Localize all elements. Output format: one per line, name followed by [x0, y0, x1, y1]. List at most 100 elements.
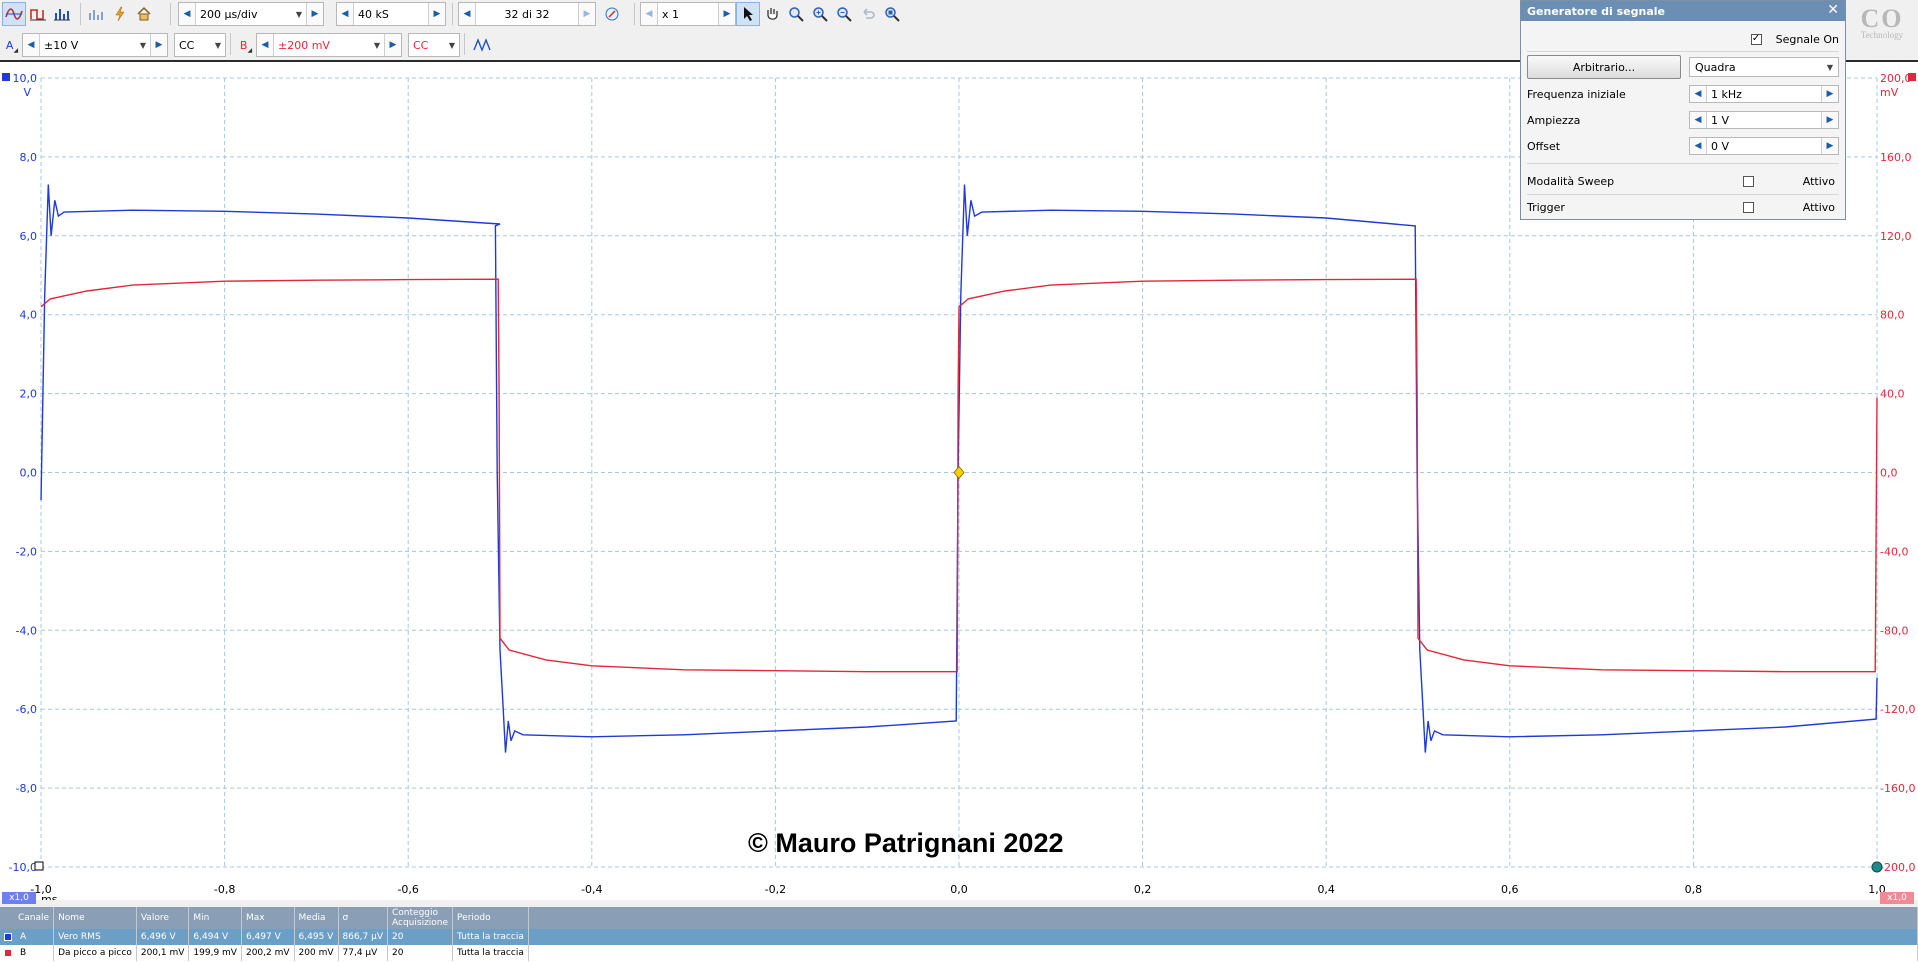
- zoom-increase-icon[interactable]: ▶: [719, 3, 735, 25]
- amplitude-decrease-icon[interactable]: ◀: [1690, 109, 1706, 131]
- sweep-state-label: Attivo: [1802, 174, 1835, 188]
- persistence-mode-icon[interactable]: [26, 2, 50, 26]
- buffer-field[interactable]: 32 di 32: [475, 3, 579, 25]
- column-header[interactable]: Canale: [0, 907, 55, 929]
- chevron-down-icon: ▼: [139, 40, 146, 50]
- close-icon[interactable]: ✕: [1827, 2, 1839, 18]
- column-header[interactable]: Min: [188, 907, 242, 929]
- chevron-down-icon: ▼: [214, 40, 221, 50]
- signal-on-label: Segnale On: [1775, 32, 1839, 46]
- waveform-select[interactable]: Quadra ▼: [1689, 57, 1839, 77]
- offset-increase-icon[interactable]: ▶: [1822, 135, 1838, 157]
- x-tick-label: 0,8: [1685, 883, 1703, 896]
- channel-b-coupling-select[interactable]: CC ▼: [408, 33, 460, 57]
- channel-a-range-increase-icon[interactable]: ▶: [151, 34, 167, 56]
- channel-a-coupling-select[interactable]: CC ▼: [174, 33, 226, 57]
- column-header[interactable]: Nome: [53, 907, 137, 929]
- table-cell: 6,497 V: [241, 929, 295, 945]
- channel-color-swatch: [4, 948, 12, 957]
- column-header[interactable]: Max: [241, 907, 295, 929]
- right-tick-label: -120,0: [1880, 703, 1915, 716]
- samples-field[interactable]: 40 kS: [353, 3, 429, 25]
- pointer-tool-icon[interactable]: [736, 2, 760, 26]
- buffer-prev-icon[interactable]: ◀: [459, 3, 475, 25]
- channel-b-menu-icon: ◢: [247, 46, 253, 54]
- frequency-decrease-icon[interactable]: ◀: [1690, 83, 1706, 105]
- zoom-decrease-icon[interactable]: ◀: [641, 3, 657, 25]
- table-cell: A: [0, 929, 55, 945]
- column-header[interactable]: Periodo: [452, 907, 529, 929]
- column-header[interactable]: Media: [294, 907, 339, 929]
- home-icon[interactable]: [132, 2, 156, 26]
- table-row[interactable]: B Da picco a picco 200,1 mV 199,9 mV 200,2 m…: [0, 945, 1918, 961]
- x-zoom-badge-right[interactable]: x1,0: [1880, 892, 1914, 904]
- timebase-decrease-icon[interactable]: ◀: [179, 3, 195, 25]
- channel-a-options[interactable]: A ◢: [2, 33, 22, 57]
- trigger-marker: [953, 465, 965, 480]
- measurements-header: Canale Nome Valore Min Max Media σ Conteggio Ac…: [0, 907, 1918, 929]
- scope-mode-icon[interactable]: [2, 2, 26, 26]
- arbitrary-button[interactable]: Arbitrario...: [1527, 55, 1681, 79]
- table-cell: Tutta la traccia: [452, 945, 529, 961]
- frequency-value: 1 kHz: [1711, 87, 1742, 101]
- waveform-value: Quadra: [1695, 60, 1736, 74]
- zoom-region-icon[interactable]: [784, 2, 808, 26]
- channel-b-options[interactable]: B ◢: [236, 33, 256, 57]
- offset-value: 0 V: [1711, 139, 1730, 153]
- zoom-out-icon[interactable]: [832, 2, 856, 26]
- buffer-overview-icon[interactable]: [600, 2, 624, 26]
- table-cell: Da picco a picco: [53, 945, 137, 961]
- buffer-next-icon[interactable]: ▶: [579, 3, 595, 25]
- column-header[interactable]: σ: [338, 907, 389, 929]
- channel-a-range-decrease-icon[interactable]: ◀: [23, 34, 39, 56]
- left-tick-label: 0,0: [20, 467, 38, 480]
- timebase-increase-icon[interactable]: ▶: [307, 3, 323, 25]
- sweep-checkbox[interactable]: [1743, 175, 1754, 187]
- right-axis: 200,0 160,0 120,0 80,0 40,0 0,0 -40,0 -80,0 -120…: [1880, 72, 1915, 874]
- table-cell: 200,2 mV: [241, 945, 295, 961]
- channel-b-range-increase-icon[interactable]: ▶: [385, 34, 401, 56]
- trigger-lightning-icon[interactable]: [108, 2, 132, 26]
- channel-b-range-value: ±200 mV: [278, 38, 330, 52]
- frequency-field[interactable]: 1 kHz: [1706, 86, 1822, 102]
- amplitude-field[interactable]: 1 V: [1706, 112, 1822, 128]
- right-tick-label: -80,0: [1880, 624, 1908, 637]
- x-zoom-badge-left[interactable]: x1,0: [2, 892, 36, 904]
- table-cell: 6,496 V: [136, 929, 190, 945]
- channel-b-range-decrease-icon[interactable]: ◀: [257, 34, 273, 56]
- hand-tool-icon[interactable]: [760, 2, 784, 26]
- sweep-label: Modalità Sweep: [1527, 174, 1615, 188]
- x-tick-label: -0,2: [765, 883, 786, 896]
- undo-zoom-icon[interactable]: [856, 2, 880, 26]
- frequency-increase-icon[interactable]: ▶: [1822, 83, 1838, 105]
- table-row[interactable]: A Vero RMS 6,496 V 6,494 V 6,497 V 6,495 V 866…: [0, 929, 1918, 945]
- timebase-select[interactable]: 200 µs/div ▼: [195, 3, 307, 25]
- channel-options-icon[interactable]: [84, 2, 108, 26]
- column-header[interactable]: Valore: [136, 907, 190, 929]
- math-channels-icon[interactable]: [470, 33, 494, 57]
- table-cell: 199,9 mV: [188, 945, 242, 961]
- zoom-in-icon[interactable]: [808, 2, 832, 26]
- left-tick-label: -2,0: [16, 545, 37, 558]
- offset-decrease-icon[interactable]: ◀: [1690, 135, 1706, 157]
- table-cell: 200 mV: [294, 945, 339, 961]
- spectrum-mode-icon[interactable]: [50, 2, 74, 26]
- zoom-overview-icon[interactable]: [880, 2, 904, 26]
- chevron-down-icon: ▼: [295, 9, 302, 19]
- right-unit-label: mV: [1880, 86, 1899, 99]
- x-tick-label: 0,0: [950, 883, 968, 896]
- channel-b-coupling-value: CC: [413, 38, 429, 52]
- column-header[interactable]: Conteggio Acquisizione: [387, 907, 454, 929]
- channel-b-range-select[interactable]: ±200 mV ▼: [273, 34, 385, 56]
- signal-generator-title: Generatore di segnale: [1521, 1, 1845, 21]
- samples-increase-icon[interactable]: ▶: [429, 3, 445, 25]
- samples-decrease-icon[interactable]: ◀: [337, 3, 353, 25]
- x-unit-label: ms: [41, 893, 58, 900]
- trigger-checkbox[interactable]: [1743, 201, 1754, 213]
- channel-a-range-select[interactable]: ±10 V ▼: [39, 34, 151, 56]
- signal-on-checkbox[interactable]: ✓: [1750, 33, 1762, 45]
- amplitude-increase-icon[interactable]: ▶: [1822, 109, 1838, 131]
- offset-field[interactable]: 0 V: [1706, 138, 1822, 154]
- channel-b-label: B: [239, 38, 248, 52]
- zoom-field[interactable]: x 1: [657, 3, 719, 25]
